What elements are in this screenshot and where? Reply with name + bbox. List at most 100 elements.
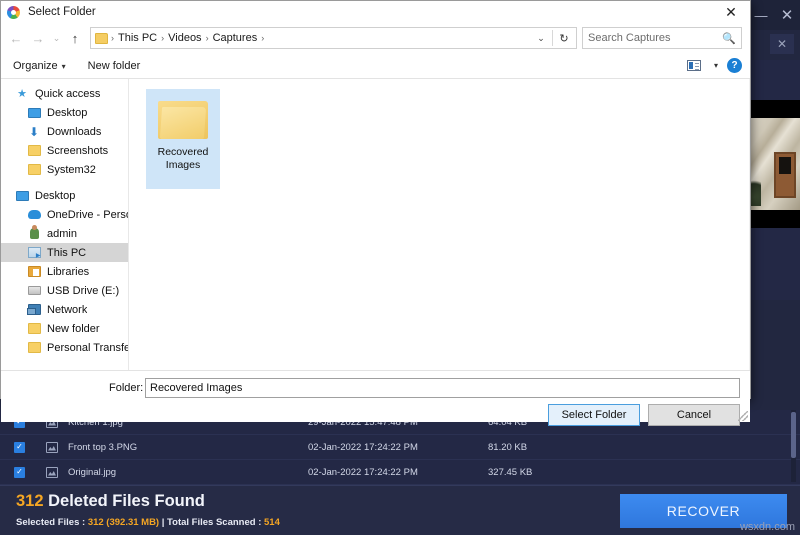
sidebar-item-system32[interactable]: System32: [1, 160, 128, 179]
resize-grip[interactable]: [738, 411, 748, 421]
breadcrumb-divider: [552, 30, 553, 46]
sidebar-item-downloads[interactable]: ⬇ Downloads: [1, 122, 128, 141]
file-date: 02-Jan-2022 17:24:22 PM: [308, 466, 418, 478]
cancel-button[interactable]: Cancel: [648, 404, 740, 426]
preview-thumbnail: [746, 100, 800, 228]
breadcrumb-item-captures[interactable]: Captures: [210, 32, 261, 44]
sidebar-item-label: USB Drive (E:): [47, 284, 120, 297]
sidebar-item-label: Quick access: [35, 87, 101, 100]
folder-icon: [27, 144, 41, 157]
monitor-icon: [27, 106, 41, 119]
dialog-toolbar: Organize ▾ New folder ▾ ?: [1, 53, 750, 79]
change-view-icon[interactable]: [686, 60, 701, 71]
help-icon[interactable]: ?: [727, 58, 742, 73]
navigation-bar: ← → ⌄ ↑ › This PC › Videos › Captures › …: [1, 23, 750, 53]
sidebar-item-label: This PC: [47, 246, 87, 259]
select-folder-dialog: Select Folder ✕ ← → ⌄ ↑ › This PC › Vide…: [0, 0, 751, 426]
dialog-close-icon[interactable]: ✕: [712, 1, 750, 23]
sidebar-item-usb-drive[interactable]: USB Drive (E:): [1, 281, 128, 300]
sidebar-item-onedrive[interactable]: OneDrive - Persona: [1, 205, 128, 224]
image-file-icon: [46, 466, 58, 478]
sidebar-item-admin[interactable]: admin: [1, 224, 128, 243]
table-row[interactable]: ✓ Original.jpg 02-Jan-2022 17:24:22 PM 3…: [0, 460, 800, 485]
folder-icon: [158, 97, 208, 139]
new-folder-button[interactable]: New folder: [88, 60, 141, 72]
user-icon: [27, 225, 41, 240]
total-scanned-value: 514: [264, 517, 280, 528]
sidebar-item-desktop[interactable]: Desktop: [1, 186, 128, 205]
sidebar-item-network[interactable]: Network: [1, 300, 128, 319]
file-size: 327.45 KB: [488, 466, 533, 478]
screen-root: — ✕ ✕ Height: 360 Width: 480: [0, 0, 800, 535]
folder-tile-label-line1: Recovered: [157, 146, 209, 158]
sidebar-item-label: Screenshots: [47, 144, 109, 157]
row-checkbox[interactable]: ✓: [14, 466, 25, 478]
folder-tile-recovered-images[interactable]: Recovered Images: [146, 89, 220, 189]
folder-tile-label: Recovered Images: [158, 146, 209, 172]
sidebar-item-this-pc[interactable]: This PC: [1, 243, 128, 262]
content-scrollbar[interactable]: [749, 79, 750, 370]
folder-name-row: Folder:: [1, 378, 750, 398]
total-scanned-label: | Total Files Scanned :: [159, 517, 264, 528]
file-size: 81.20 KB: [488, 441, 528, 453]
sidebar-item-quick-access[interactable]: ★ Quick access: [1, 84, 128, 103]
search-input[interactable]: Search Captures 🔍: [582, 27, 742, 49]
up-one-level-icon[interactable]: ↑: [64, 27, 86, 49]
breadcrumb-folder-icon: [95, 32, 108, 44]
breadcrumb[interactable]: › This PC › Videos › Captures › ⌄ ↻: [90, 27, 577, 49]
dialog-footer: Folder: Select Folder Cancel: [1, 370, 750, 426]
sidebar-item-label: admin: [47, 227, 77, 240]
forward-icon[interactable]: →: [27, 27, 49, 49]
deleted-files-title-text: Deleted Files Found: [43, 492, 205, 510]
network-icon: [26, 303, 41, 316]
image-file-icon: [46, 441, 58, 453]
sidebar-item-label: System32: [47, 163, 96, 176]
sidebar-item-personal-transfer[interactable]: Personal Transfer: [1, 338, 128, 357]
row-checkbox[interactable]: ✓: [14, 441, 25, 453]
sidebar-item-desktop-quick[interactable]: Desktop: [1, 103, 128, 122]
status-bar: 312 Deleted Files Found Selected Files :…: [0, 485, 800, 535]
select-folder-button[interactable]: Select Folder: [548, 404, 640, 426]
refresh-icon[interactable]: ↻: [554, 32, 574, 45]
tab-close-icon[interactable]: ✕: [770, 34, 794, 54]
star-icon: ★: [17, 88, 27, 100]
file-name: Original.jpg: [68, 466, 117, 478]
folder-name-input[interactable]: [145, 378, 740, 398]
minimize-icon[interactable]: —: [748, 0, 774, 30]
file-date: 02-Jan-2022 17:24:22 PM: [308, 441, 418, 453]
file-name: Front top 3.PNG: [68, 441, 138, 453]
breadcrumb-dropdown-icon[interactable]: ⌄: [532, 33, 550, 44]
folder-icon: [27, 322, 41, 335]
selected-files-label: Selected Files :: [16, 517, 88, 528]
organize-button[interactable]: Organize ▾: [13, 60, 66, 72]
folder-icon: [27, 163, 41, 176]
selected-files-value: 312 (392.31 MB): [87, 517, 160, 528]
app-logo-icon: [7, 5, 20, 19]
recent-locations-icon[interactable]: ⌄: [49, 27, 64, 49]
organize-label: Organize: [13, 59, 58, 72]
usb-drive-icon: [27, 284, 41, 297]
folder-icon: [27, 341, 41, 354]
back-icon[interactable]: ←: [5, 27, 27, 49]
dialog-body: ★ Quick access Desktop ⬇ Downloads Scree…: [1, 79, 750, 370]
thumbnail-frame-object: [774, 152, 796, 198]
close-icon[interactable]: ✕: [774, 0, 800, 30]
deleted-files-found-title: 312 Deleted Files Found: [16, 492, 205, 511]
dialog-button-row: Select Folder Cancel: [548, 404, 740, 426]
library-icon: [27, 265, 41, 278]
sidebar-item-label: Personal Transfer: [47, 341, 128, 354]
sidebar-item-libraries[interactable]: Libraries: [1, 262, 128, 281]
sidebar-item-screenshots[interactable]: Screenshots: [1, 141, 128, 160]
file-list-scrollbar-thumb[interactable]: [791, 412, 796, 458]
file-browser-content[interactable]: Recovered Images: [129, 79, 750, 370]
sidebar-group-divider: [1, 179, 128, 186]
sidebar-item-new-folder[interactable]: New folder: [1, 319, 128, 338]
deleted-files-count: 312: [16, 492, 44, 510]
view-dropdown-icon[interactable]: ▾: [714, 61, 718, 70]
breadcrumb-item-this-pc[interactable]: This PC: [115, 32, 160, 44]
watermark: wsxdn.com: [739, 521, 795, 533]
table-row[interactable]: ✓ Front top 3.PNG 02-Jan-2022 17:24:22 P…: [0, 435, 800, 460]
breadcrumb-item-videos[interactable]: Videos: [165, 32, 204, 44]
sidebar-item-label: New folder: [47, 322, 100, 335]
chevron-down-icon: ▾: [61, 61, 66, 71]
